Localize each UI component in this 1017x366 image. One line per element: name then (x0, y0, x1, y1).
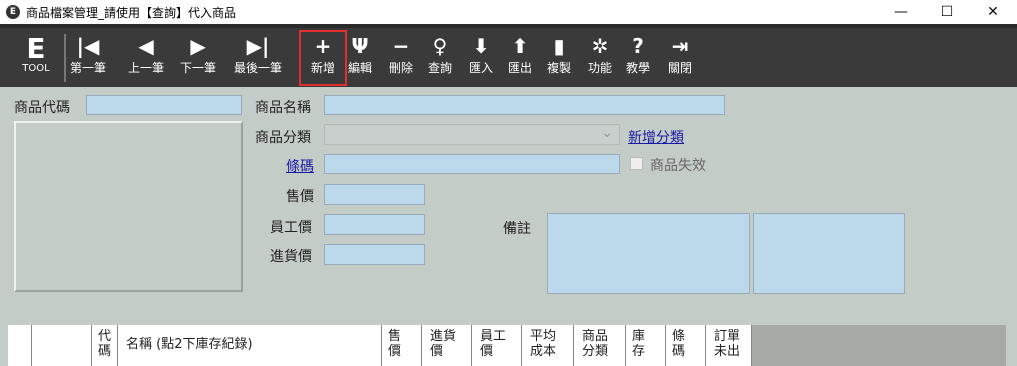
toolbar-import-label: 匯入 (469, 61, 494, 75)
toolbar-add-button[interactable]: + 新增 (299, 30, 347, 86)
toolbar-last-label: 最後一筆 (234, 61, 283, 75)
arrow-left-icon: ◀ (138, 34, 154, 58)
toolbar-first-label: 第一筆 (70, 61, 107, 75)
toolbar-edit-label: 編輯 (348, 61, 373, 75)
toolbar-copy-label: 複製 (547, 61, 572, 75)
minimize-button[interactable]: — (878, 0, 924, 24)
product-grid[interactable]: 代 碼名稱 (點2下庫存紀錄) 售 價進貨 價員工 價平均 成本 商品 分類庫 存條… (8, 325, 1006, 366)
minus-icon: − (392, 34, 410, 58)
toolbar-close-label: 關閉 (668, 61, 693, 75)
toolbar-teach-button[interactable]: ? 教學 (626, 32, 650, 84)
grid-column-header[interactable]: 平均 成本 (522, 325, 574, 366)
purchase-price-label: 進貨價 (270, 249, 312, 265)
grid-column-header[interactable] (32, 325, 92, 366)
toolbar-query-button[interactable]: ♀ 查詢 (428, 32, 452, 84)
toolbar-import-button[interactable]: ⬇ 匯入 (469, 32, 493, 84)
toolbar-last-button[interactable]: ▶| 最後一筆 (234, 32, 282, 84)
grid-column-header[interactable] (8, 325, 32, 366)
note-textarea[interactable] (547, 213, 750, 294)
toolbar-close-button[interactable]: ⇥ 關閉 (668, 32, 692, 84)
toolbar-export-button[interactable]: ⬆ 匯出 (508, 32, 532, 84)
category-label: 商品分類 (255, 130, 311, 146)
price-input[interactable] (324, 184, 425, 205)
product-code-input[interactable] (86, 95, 242, 115)
toolbar-teach-label: 教學 (626, 61, 651, 75)
toolbar-prev-button[interactable]: ◀ 上一筆 (128, 32, 164, 84)
grid-column-header[interactable]: 訂單 未出 (706, 325, 752, 366)
toolbar-delete-button[interactable]: − 刪除 (389, 32, 413, 84)
copy-icon: ▮ (553, 34, 565, 58)
note-extra-textarea[interactable] (753, 213, 905, 294)
etool-logo: E TOOL (16, 35, 56, 79)
barcode-link[interactable]: 條碼 (286, 156, 314, 176)
toolbar-func-button[interactable]: ✲ 功能 (588, 32, 612, 84)
grid-column-header[interactable]: 員工 價 (472, 325, 522, 366)
toolbar-prev-label: 上一筆 (128, 61, 165, 75)
toolbar-func-label: 功能 (588, 61, 613, 75)
inactive-checkbox[interactable] (630, 157, 643, 170)
grid-column-header[interactable]: 售 價 (382, 325, 422, 366)
employee-price-input[interactable] (324, 214, 425, 235)
arrow-up-icon: ⬆ (511, 34, 529, 58)
grid-header: 代 碼名稱 (點2下庫存紀錄) 售 價進貨 價員工 價平均 成本 商品 分類庫 存條… (8, 325, 752, 366)
window-title: 商品檔案管理_請使用【查詢】代入商品 (26, 5, 237, 20)
employee-price-label: 員工價 (270, 220, 312, 236)
plus-icon: + (314, 34, 332, 58)
logo-mark: E (26, 32, 46, 65)
product-name-label: 商品名稱 (255, 100, 311, 116)
grid-column-header[interactable]: 代 碼 (92, 325, 118, 366)
function-icon: ✲ (591, 34, 609, 58)
window-titlebar: E 商品檔案管理_請使用【查詢】代入商品 — ☐ ✕ (0, 0, 1017, 24)
toolbar-add-label: 新增 (310, 61, 335, 75)
toolbar-export-label: 匯出 (508, 61, 533, 75)
product-image-area[interactable] (14, 121, 243, 292)
edit-icon: Ψ (351, 34, 369, 58)
note-label: 備註 (503, 221, 531, 237)
last-icon: ▶| (246, 34, 270, 58)
product-name-input[interactable] (324, 95, 725, 115)
toolbar: E TOOL |◀ 第一筆 ◀ 上一筆 ▶ 下一筆 ▶| 最後一筆 + 新增 Ψ 編輯 − 刪除 ♀ 查詢 ⬇ 匯… (0, 24, 1017, 87)
grid-column-header[interactable]: 庫 存 (626, 325, 666, 366)
grid-column-header[interactable]: 條 碼 (666, 325, 706, 366)
toolbar-next-button[interactable]: ▶ 下一筆 (180, 32, 216, 84)
maximize-button[interactable]: ☐ (924, 0, 970, 24)
category-select[interactable]: ⌄ (324, 124, 620, 145)
purchase-price-input[interactable] (324, 244, 425, 265)
grid-column-header[interactable]: 進貨 價 (422, 325, 472, 366)
toolbar-divider (64, 34, 66, 82)
toolbar-next-label: 下一筆 (180, 61, 217, 75)
arrow-down-icon: ⬇ (472, 34, 490, 58)
add-category-link[interactable]: 新增分類 (628, 127, 684, 147)
grid-column-header[interactable]: 商品 分類 (574, 325, 626, 366)
chevron-down-icon: ⌄ (601, 125, 613, 141)
price-label: 售價 (286, 189, 314, 205)
arrow-right-icon: ▶ (190, 34, 206, 58)
first-icon: |◀ (76, 34, 100, 58)
search-icon: ♀ (432, 34, 448, 58)
barcode-input[interactable] (324, 154, 620, 174)
close-window-button[interactable]: ✕ (970, 0, 1016, 24)
grid-column-header[interactable]: 名稱 (點2下庫存紀錄) (118, 325, 382, 366)
toolbar-query-label: 查詢 (428, 61, 453, 75)
exit-icon: ⇥ (671, 34, 689, 58)
help-icon: ? (632, 34, 644, 58)
toolbar-edit-button[interactable]: Ψ 編輯 (348, 32, 372, 84)
toolbar-first-button[interactable]: |◀ 第一筆 (70, 32, 106, 84)
inactive-label: 商品失效 (650, 158, 706, 174)
app-icon: E (6, 5, 20, 19)
toolbar-copy-button[interactable]: ▮ 複製 (547, 32, 571, 84)
product-code-label: 商品代碼 (14, 100, 70, 116)
logo-text: TOOL (22, 63, 50, 74)
toolbar-delete-label: 刪除 (389, 61, 414, 75)
